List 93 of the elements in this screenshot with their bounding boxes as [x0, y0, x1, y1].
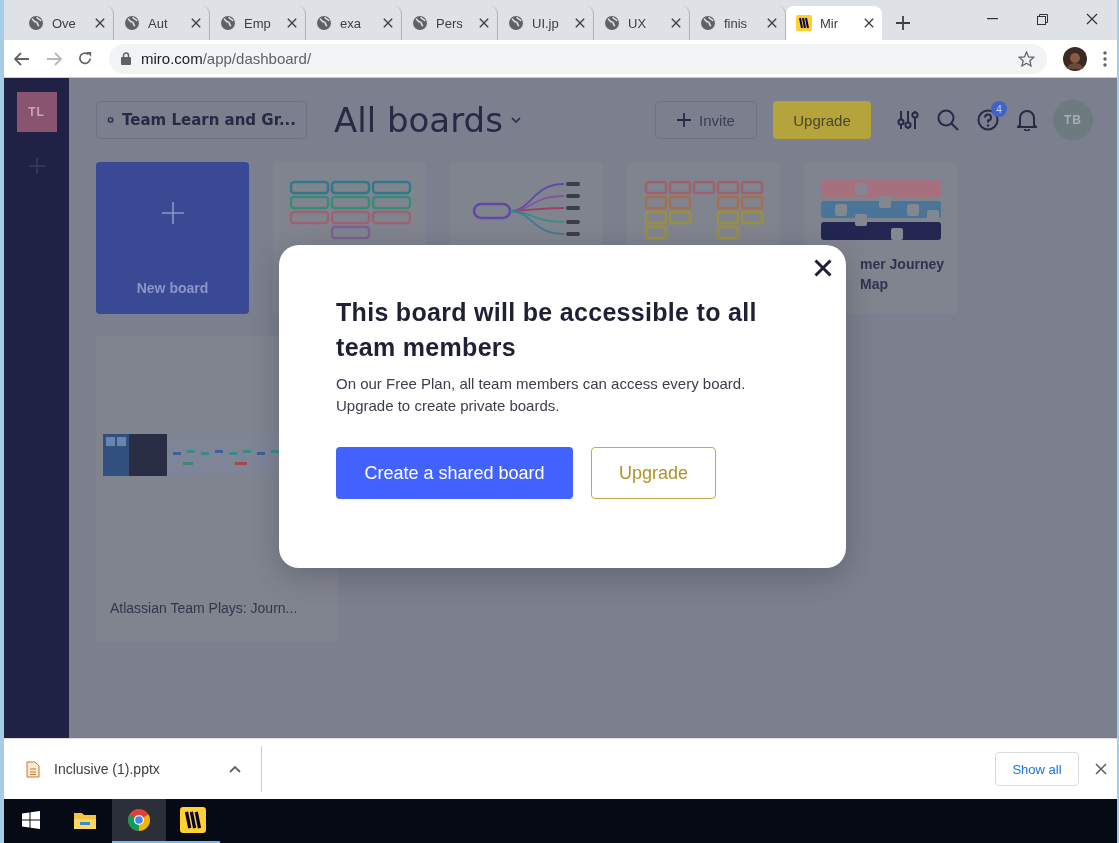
globe-icon: [28, 15, 44, 31]
tab-title: finis: [724, 15, 749, 31]
dialog-close-button[interactable]: [814, 259, 832, 277]
tab-close-button[interactable]: [479, 18, 489, 28]
tab-title: UX: [628, 15, 648, 31]
close-icon: [814, 259, 832, 277]
globe-icon: [604, 15, 620, 31]
close-icon: [1095, 763, 1107, 775]
star-icon[interactable]: [1018, 50, 1035, 67]
close-icon: [1086, 13, 1098, 25]
close-icon: [864, 18, 874, 28]
url-text: miro.com/app/dashboard/: [141, 50, 312, 67]
caret-icon: [510, 117, 521, 123]
address-bar[interactable]: miro.com/app/dashboard/: [109, 43, 1047, 74]
tab-title: Aut: [148, 15, 169, 31]
logo-icon: [180, 807, 206, 833]
tab-close-button[interactable]: [671, 18, 681, 28]
close-icon: [383, 18, 393, 28]
restore-icon: [1036, 13, 1048, 25]
taskbar-button[interactable]: [112, 799, 166, 843]
profile-avatar-icon[interactable]: [1063, 46, 1087, 71]
download-item[interactable]: Inclusive (1).pptx: [4, 746, 262, 792]
board-title: New board: [136, 280, 209, 296]
tab-close-button[interactable]: [383, 18, 393, 28]
browser-tab[interactable]: Emp: [210, 6, 306, 40]
board-title: Atlassian Team Plays: Journ...: [110, 600, 298, 616]
browser-tab[interactable]: Mir: [786, 6, 882, 40]
tab-title: exa: [340, 15, 362, 31]
board-title: mer Journey Map: [860, 255, 946, 294]
dialog-title: This board will be accessible to all team members: [336, 297, 758, 363]
filter-settings-button[interactable]: [897, 109, 919, 131]
globe-icon: [700, 15, 716, 31]
globe-icon: [316, 15, 332, 31]
upgrade-button[interactable]: Upgrade: [591, 447, 716, 499]
sliders-icon: [897, 109, 919, 131]
new-board-card[interactable]: New board: [96, 162, 249, 314]
close-icon: [479, 18, 489, 28]
close-icon: [287, 18, 297, 28]
tab-title: Ove: [52, 15, 77, 31]
plus-icon: [161, 202, 184, 224]
globe-icon: [220, 15, 236, 31]
search-button[interactable]: [937, 109, 959, 131]
globe-icon: [412, 15, 428, 31]
minimize-icon: [986, 18, 998, 20]
file-name: Inclusive (1).pptx: [54, 761, 160, 777]
board-filter-dropdown[interactable]: All boards: [334, 100, 521, 140]
notification-badge: 4: [991, 101, 1007, 117]
menu-icon[interactable]: [1103, 50, 1107, 67]
bell-icon: [1017, 109, 1037, 131]
chevron-up-icon[interactable]: [229, 765, 241, 773]
tab-close-button[interactable]: [767, 18, 777, 28]
logo-icon: [796, 15, 812, 31]
tab-close-button[interactable]: [864, 18, 874, 28]
plus-icon: [896, 16, 910, 30]
browser-tab[interactable]: Pers: [402, 6, 498, 40]
close-icon: [671, 18, 681, 28]
reload-icon[interactable]: [78, 51, 93, 66]
close-icon: [95, 18, 105, 28]
help-button[interactable]: 4: [977, 101, 1007, 131]
tab-close-button[interactable]: [95, 18, 105, 28]
search-icon: [937, 109, 959, 131]
plus-icon: [677, 113, 692, 127]
globe-icon: [508, 15, 524, 31]
invite-button[interactable]: Invite: [655, 101, 757, 139]
notifications-button[interactable]: [1017, 109, 1037, 131]
tab-title: UI.jp: [532, 15, 560, 31]
folder-icon: [74, 811, 96, 829]
document-icon: [26, 760, 40, 778]
browser-tab[interactable]: Ove: [18, 6, 114, 40]
chrome-icon: [127, 808, 151, 832]
close-icon: [575, 18, 585, 28]
dialog-message: On our Free Plan, all team members can access every board. Upgrade to create private boards.: [336, 374, 747, 416]
back-icon[interactable]: [14, 51, 30, 66]
tab-title: Mir: [820, 15, 840, 31]
browser-tab[interactable]: Aut: [114, 6, 210, 40]
team-switcher-button[interactable]: Team Learn and Gr...: [96, 101, 307, 139]
tab-close-button[interactable]: [575, 18, 585, 28]
lock-icon: [121, 52, 131, 65]
windows-icon: [22, 811, 40, 829]
tab-close-button[interactable]: [191, 18, 201, 28]
browser-tab[interactable]: exa: [306, 6, 402, 40]
tab-title: Pers: [436, 15, 464, 31]
browser-tab[interactable]: UI.jp: [498, 6, 594, 40]
close-icon: [767, 18, 777, 28]
tab-title: Emp: [244, 15, 272, 31]
browser-tab[interactable]: UX: [594, 6, 690, 40]
close-icon: [191, 18, 201, 28]
show-all-button[interactable]: Show all: [995, 752, 1079, 786]
create-shared-board-button[interactable]: Create a shared board: [336, 447, 573, 499]
globe-icon: [124, 15, 140, 31]
upgrade-button[interactable]: Upgrade: [773, 101, 871, 139]
tab-close-button[interactable]: [287, 18, 297, 28]
team-avatar[interactable]: TL: [16, 92, 57, 132]
